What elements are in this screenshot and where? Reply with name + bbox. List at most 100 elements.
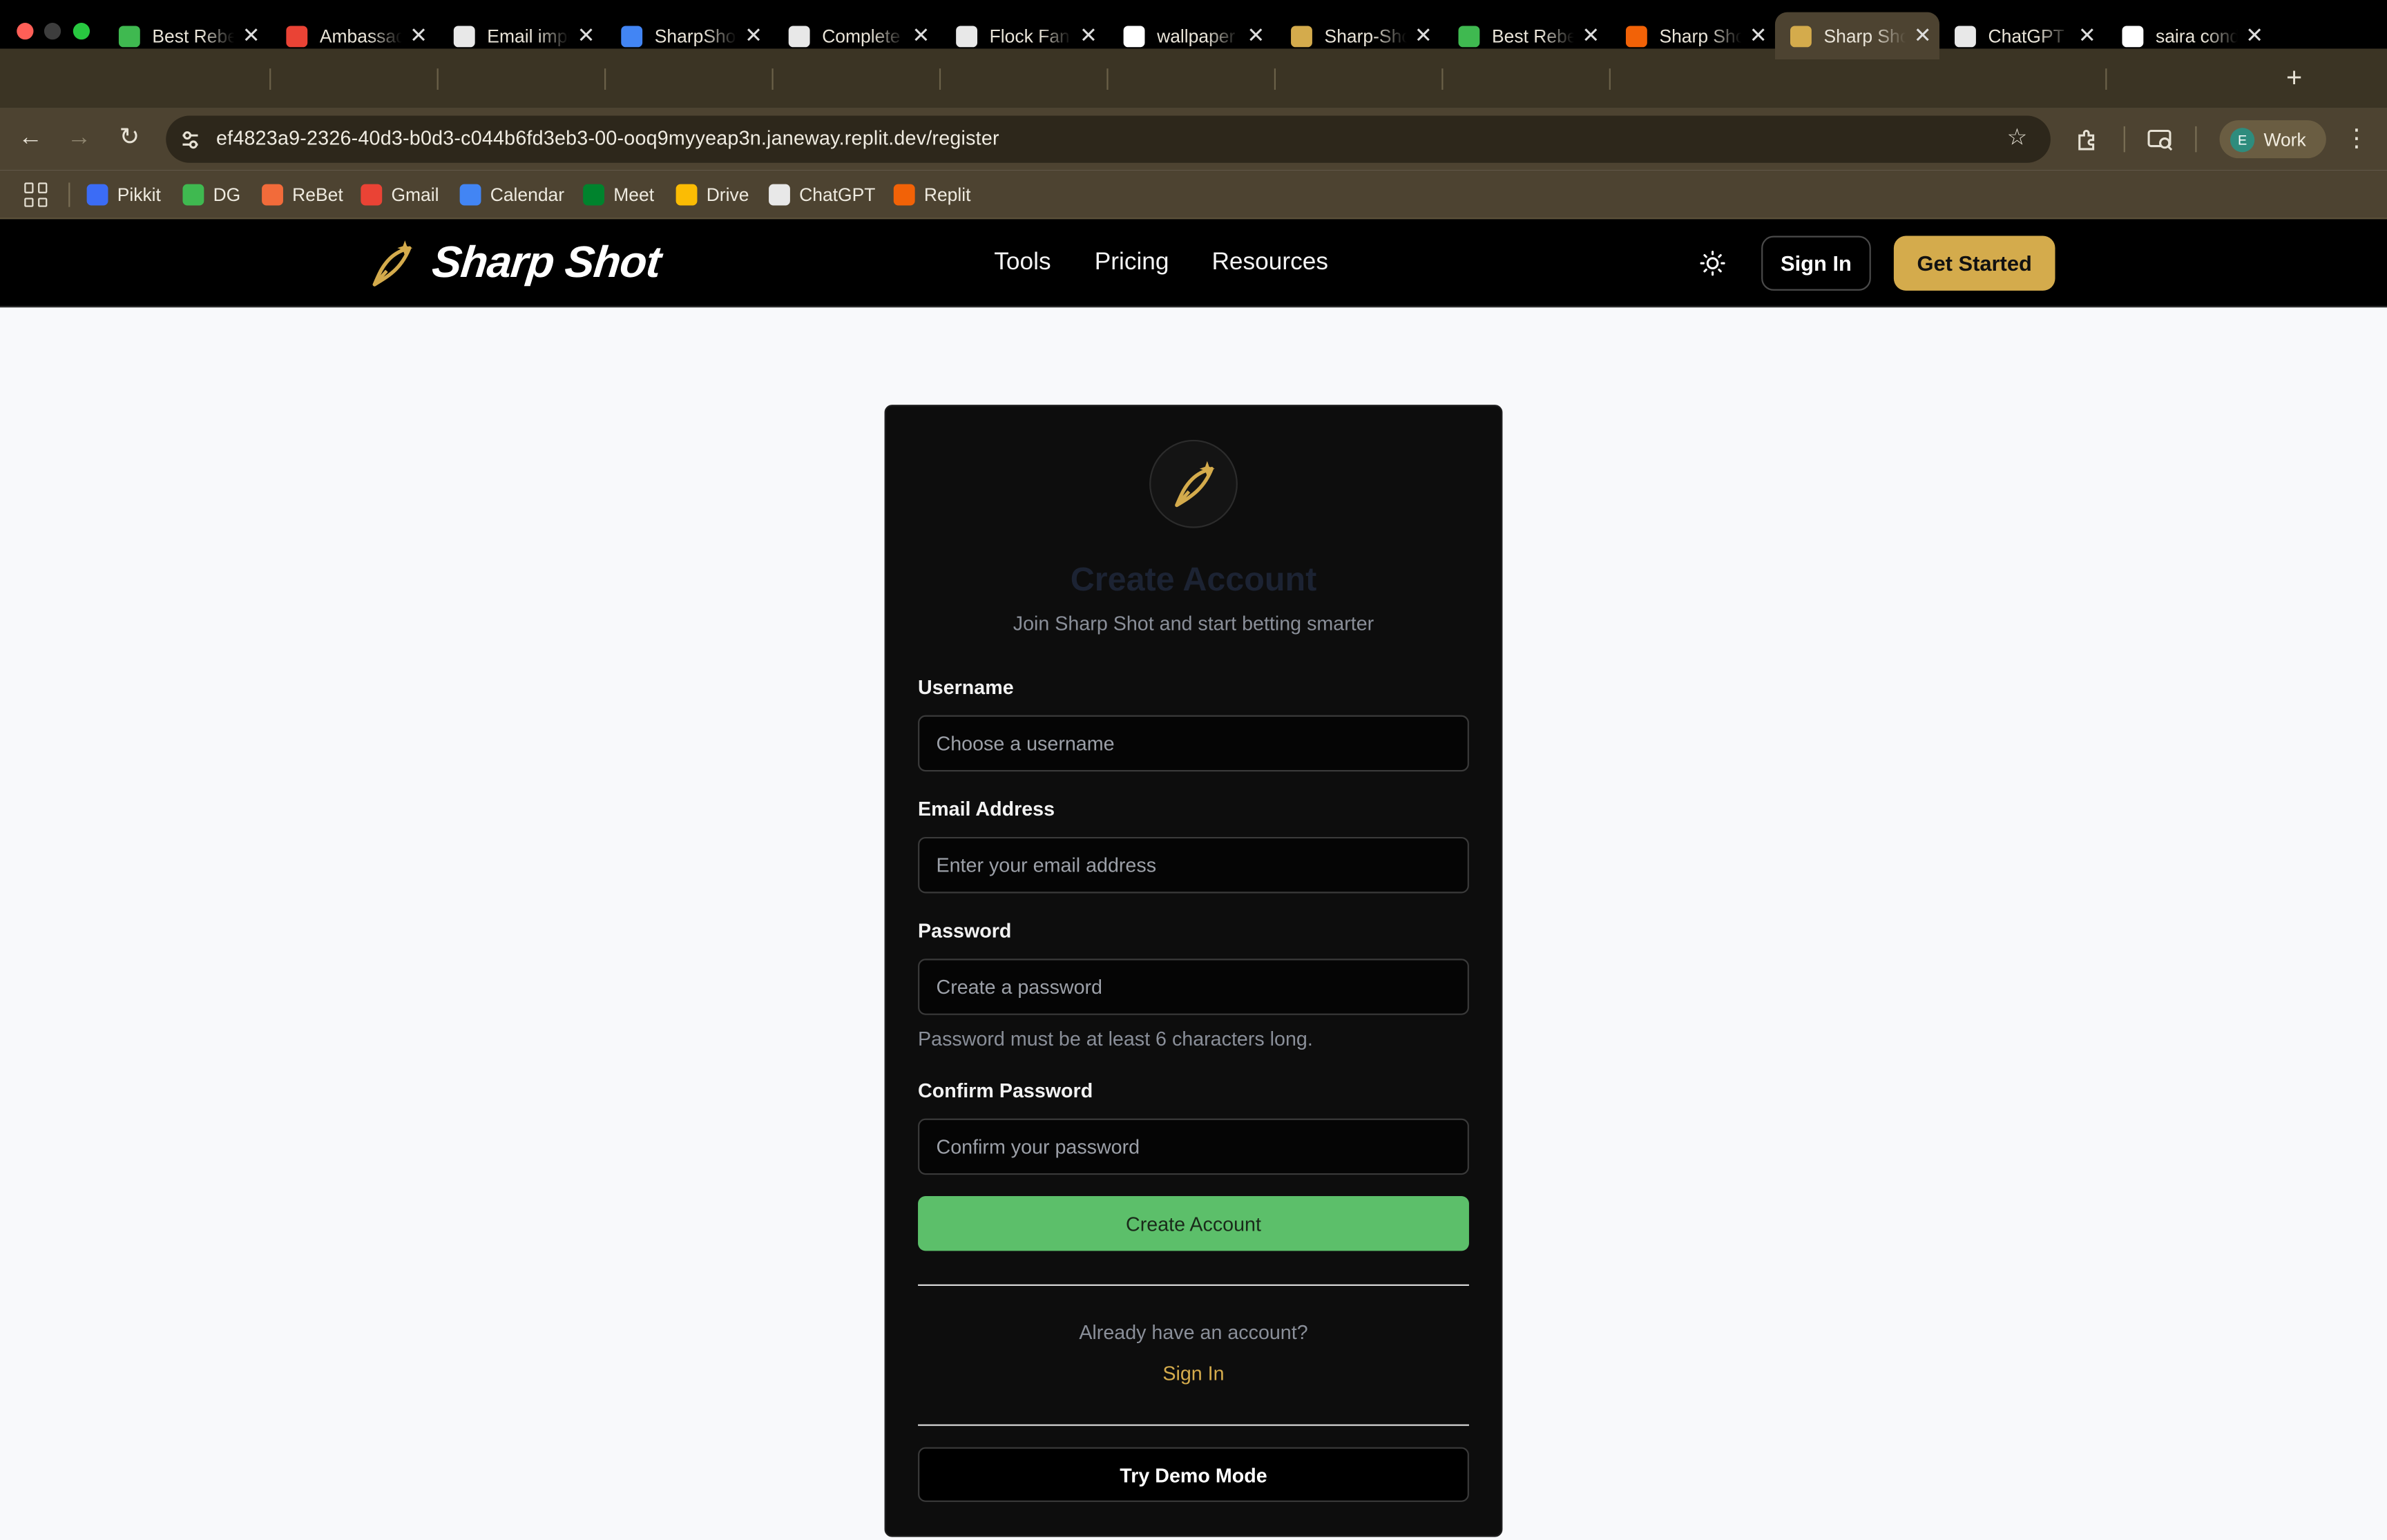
- tab-label: Email improve: [487, 25, 569, 47]
- nav-resources[interactable]: Resources: [1211, 247, 1328, 280]
- bookmark-drive[interactable]: Drive: [675, 182, 749, 206]
- browser-tab[interactable]: Ambassador✕: [271, 12, 435, 59]
- replit-icon: [893, 184, 915, 206]
- browser-tab[interactable]: Sharp Shot✕: [1611, 12, 1775, 59]
- close-tab-icon[interactable]: ✕: [402, 23, 435, 48]
- sharpshot-icon: [1291, 25, 1312, 47]
- tab-label: Best Rebet: [1491, 25, 1575, 47]
- bookmark-label: Drive: [706, 184, 749, 206]
- card-logo-badge: [1149, 439, 1238, 528]
- close-tab-icon[interactable]: ✕: [904, 23, 937, 48]
- bookmark-rebet[interactable]: ReBet: [262, 182, 343, 206]
- close-window-button[interactable]: [17, 23, 34, 40]
- browser-tab[interactable]: Flock Fan ✕: [941, 12, 1105, 59]
- browser-tab[interactable]: Sharp-Shot✕: [1276, 12, 1440, 59]
- chatgpt-icon: [769, 184, 790, 206]
- url-text[interactable]: ef4823a9-2326-40d3-b0d3-c044b6fd3eb3-00-…: [216, 126, 999, 149]
- dg-link-icon: [182, 184, 204, 206]
- gmail-icon: [286, 25, 308, 47]
- bookmark-dg[interactable]: DG: [182, 182, 240, 206]
- minimize-window-button[interactable]: [44, 23, 61, 40]
- get-started-button[interactable]: Get Started: [1893, 235, 2055, 291]
- brand-name[interactable]: Sharp Shot: [430, 238, 663, 289]
- tab-separator: [604, 68, 606, 90]
- extensions-icon[interactable]: [2071, 123, 2104, 156]
- bookmark-label: Meet: [613, 184, 655, 206]
- apps-grid-icon[interactable]: [24, 182, 48, 207]
- browser-tab[interactable]: Best Rebet ✕: [104, 12, 268, 59]
- back-icon[interactable]: ←: [15, 123, 46, 153]
- try-demo-mode-button[interactable]: Try Demo Mode: [918, 1447, 1469, 1502]
- close-tab-icon[interactable]: ✕: [1741, 23, 1774, 48]
- bird-icon: [956, 25, 978, 47]
- theme-toggle-sun-icon[interactable]: [1698, 248, 1728, 278]
- create-account-button[interactable]: Create Account: [918, 1195, 1469, 1251]
- bookmark-chatgpt[interactable]: ChatGPT: [769, 182, 875, 206]
- tab-label: Complete: [822, 25, 901, 47]
- close-tab-icon[interactable]: ✕: [1407, 23, 1440, 48]
- browser-tab[interactable]: Email improve✕: [439, 12, 603, 59]
- browser-tab[interactable]: ChatGPT ✕: [1939, 12, 2104, 59]
- calendar-icon: [459, 184, 481, 206]
- bookmark-calendar[interactable]: Calendar: [459, 182, 564, 206]
- close-tab-icon[interactable]: ✕: [1072, 23, 1105, 48]
- password-label: Password: [918, 918, 1012, 943]
- close-tab-icon[interactable]: ✕: [2071, 23, 2104, 48]
- form-divider: [918, 1284, 1469, 1287]
- bookmark-label: ReBet: [292, 184, 343, 206]
- username-label: Username: [918, 675, 1014, 699]
- new-tab-button[interactable]: +: [2279, 61, 2310, 94]
- tab-label: Flock Fan: [989, 25, 1070, 47]
- browser-tab[interactable]: Complete ✕: [774, 12, 938, 59]
- bookmarks-bar: [0, 170, 2387, 220]
- browser-menu-icon[interactable]: ⋮: [2341, 123, 2372, 156]
- username-input[interactable]: [918, 715, 1469, 772]
- nav-pricing[interactable]: Pricing: [1095, 247, 1169, 280]
- close-tab-icon[interactable]: ✕: [2238, 23, 2271, 48]
- close-tab-icon[interactable]: ✕: [569, 23, 602, 48]
- close-tab-icon[interactable]: ✕: [1574, 23, 1607, 48]
- tab-separator: [1274, 68, 1276, 90]
- browser-tab[interactable]: Best Rebet ✕: [1443, 12, 1607, 59]
- sign-in-link[interactable]: Sign In: [885, 1360, 1503, 1388]
- confirm-password-input[interactable]: [918, 1118, 1469, 1175]
- bookmark-label: Replit: [923, 184, 971, 206]
- email-input[interactable]: [918, 836, 1469, 894]
- sharpshot-icon: [1790, 25, 1812, 47]
- site-settings-icon[interactable]: [177, 126, 204, 154]
- browser-tab[interactable]: wallpaper ✕: [1109, 12, 1273, 59]
- cast-search-icon[interactable]: [2143, 123, 2176, 156]
- close-tab-icon[interactable]: ✕: [234, 23, 267, 48]
- bookmark-meet[interactable]: Meet: [583, 182, 654, 206]
- google-icon: [2122, 25, 2144, 47]
- meet-icon: [583, 184, 605, 206]
- tab-separator: [269, 68, 271, 90]
- browser-tab[interactable]: saira cond ✕: [2107, 12, 2271, 59]
- profile-button[interactable]: E Work: [2219, 120, 2326, 159]
- sharpshot-logo-icon[interactable]: [368, 238, 417, 289]
- tab-label: wallpaper: [1157, 25, 1236, 47]
- close-tab-icon[interactable]: ✕: [1906, 23, 1939, 48]
- bookmark-star-icon[interactable]: ☆: [2002, 123, 2032, 153]
- github-icon: [788, 25, 810, 47]
- close-tab-icon[interactable]: ✕: [1239, 23, 1272, 48]
- forward-icon[interactable]: →: [64, 123, 95, 153]
- tab-label: Ambassador: [319, 25, 402, 47]
- maximize-window-button[interactable]: [73, 23, 90, 40]
- browser-tab[interactable]: Sharp Shot✕: [1774, 12, 1939, 59]
- tab-separator: [2105, 68, 2107, 90]
- reload-icon[interactable]: ↻: [114, 123, 144, 153]
- bookmark-pikkit[interactable]: Pikkit: [86, 182, 161, 206]
- header-sign-in-button[interactable]: Sign In: [1761, 235, 1871, 291]
- bookmark-replit[interactable]: Replit: [893, 182, 971, 206]
- browser-tab[interactable]: SharpShot ✕: [606, 12, 770, 59]
- rebet-icon: [262, 184, 283, 206]
- dg-link-icon: [118, 25, 140, 47]
- bookmark-gmail[interactable]: Gmail: [361, 182, 439, 206]
- email-label: Email Address: [918, 797, 1055, 820]
- tab-label: Sharp-Shot: [1324, 25, 1407, 47]
- bookmark-label: Pikkit: [117, 184, 161, 206]
- close-tab-icon[interactable]: ✕: [737, 23, 770, 48]
- password-input[interactable]: [918, 959, 1469, 1015]
- nav-tools[interactable]: Tools: [994, 247, 1051, 280]
